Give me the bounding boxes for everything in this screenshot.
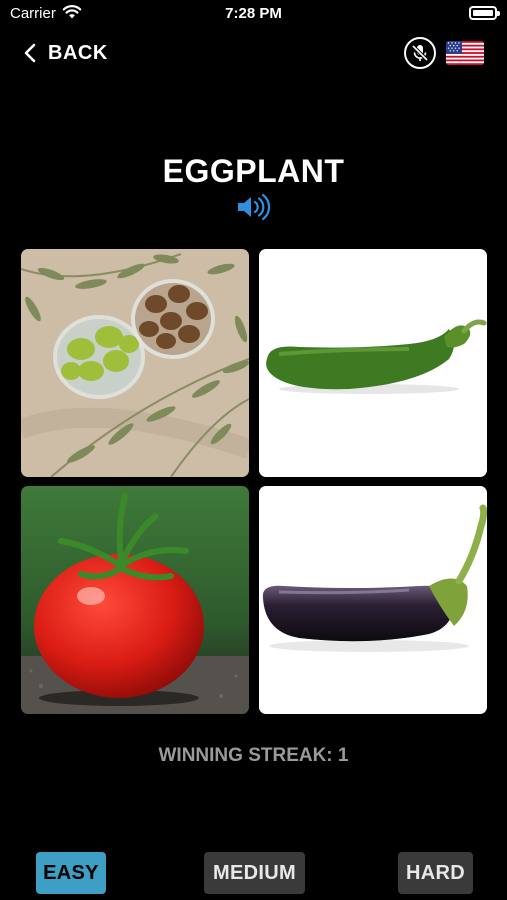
tomato-image <box>21 486 249 714</box>
choice-tile-olives[interactable] <box>21 249 249 477</box>
clock: 7:28 PM <box>225 5 282 22</box>
winning-streak: WINNING STREAK: 1 <box>0 745 507 767</box>
target-word: EGGPLANT <box>162 153 345 189</box>
mic-toggle-button[interactable] <box>404 37 436 69</box>
choice-tile-eggplant[interactable] <box>259 486 487 714</box>
difficulty-medium-button[interactable]: MEDIUM <box>204 852 305 894</box>
choice-tile-tomato[interactable] <box>21 486 249 714</box>
back-button[interactable]: BACK <box>22 38 108 68</box>
battery-icon <box>469 6 500 20</box>
streak-value: 1 <box>337 745 349 766</box>
mic-off-icon <box>411 44 429 62</box>
back-label: BACK <box>48 41 108 64</box>
speaker-icon <box>238 193 271 221</box>
us-flag-icon <box>446 41 484 65</box>
difficulty-easy-button[interactable]: EASY <box>36 852 106 894</box>
battery-level <box>473 10 493 16</box>
status-bar: Carrier 7:28 PM <box>0 0 507 28</box>
difficulty-hard-button[interactable]: HARD <box>398 852 473 894</box>
chili-pepper-image <box>259 249 487 477</box>
olives-image <box>21 249 249 477</box>
play-pronunciation-button[interactable] <box>236 193 272 221</box>
eggplant-image <box>259 486 487 714</box>
choice-tile-chili-pepper[interactable] <box>259 249 487 477</box>
language-flag-button[interactable] <box>446 41 484 65</box>
chevron-left-icon <box>24 43 36 63</box>
streak-label: WINNING STREAK: <box>158 745 338 766</box>
